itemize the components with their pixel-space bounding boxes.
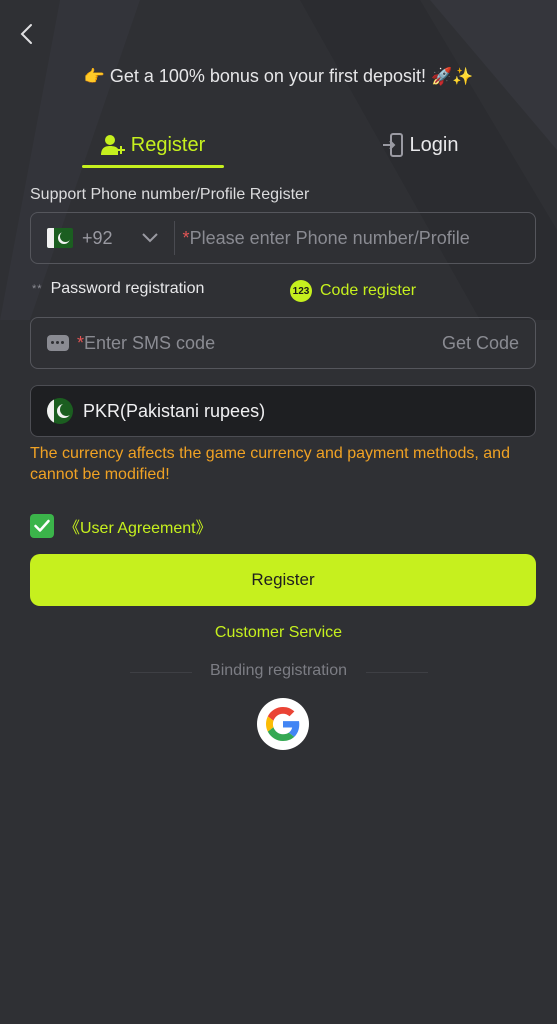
binding-registration: Binding registration: [0, 662, 557, 682]
phone-input[interactable]: *Please enter Phone number/Profile: [183, 228, 470, 249]
back-button[interactable]: [12, 20, 40, 48]
password-stars-icon: **: [32, 283, 43, 295]
code-register-label: Code register: [320, 282, 417, 299]
login-door-icon: [382, 133, 403, 157]
user-agreement-row: 《User Agreement》: [30, 514, 212, 538]
currency-field: PKR(Pakistani rupees): [30, 385, 536, 437]
user-add-icon: [100, 135, 125, 155]
required-mark: *: [77, 332, 85, 353]
user-agreement-link[interactable]: 《User Agreement》: [64, 514, 212, 538]
tab-register[interactable]: Register: [82, 118, 224, 172]
chevron-left-icon: [20, 24, 32, 44]
country-code-selector[interactable]: +92: [47, 228, 158, 249]
code-register-option[interactable]: 123 Code register: [290, 280, 416, 302]
register-button[interactable]: Register: [30, 554, 536, 606]
required-mark: *: [182, 227, 190, 248]
country-code: +92: [82, 227, 113, 248]
pakistan-flag-icon: [47, 398, 73, 424]
binding-label: Binding registration: [210, 662, 347, 679]
currency-warning: The currency affects the game currency a…: [30, 445, 510, 483]
tab-login-label: Login: [409, 133, 459, 156]
google-login-button[interactable]: [257, 698, 309, 750]
field-divider: [173, 221, 175, 255]
tab-register-label: Register: [130, 133, 206, 156]
register-methods: ** Password registration 123 Code regist…: [30, 280, 536, 304]
tab-login[interactable]: Login: [360, 118, 480, 172]
currency-label: PKR(Pakistani rupees): [83, 400, 266, 421]
pointing-hand-icon: 👉: [83, 67, 105, 87]
agreement-checkbox[interactable]: [30, 514, 54, 538]
auth-tabs: Register Login: [0, 118, 557, 172]
promo-text: Get a 100% bonus on your first deposit!: [109, 66, 426, 86]
chevron-down-icon: [141, 233, 158, 243]
checkmark-icon: [34, 519, 50, 532]
google-icon: [266, 707, 300, 741]
password-registration-label: Password registration: [50, 280, 205, 297]
get-code-button[interactable]: Get Code: [442, 333, 519, 354]
section-label: Support Phone number/Profile Register: [30, 186, 310, 203]
password-registration-option[interactable]: ** Password registration: [32, 280, 204, 298]
sms-code-input[interactable]: *Enter SMS code: [77, 333, 215, 354]
code-123-icon: 123: [290, 280, 312, 302]
pakistan-flag-icon: [47, 228, 73, 248]
active-tab-indicator: [82, 165, 224, 168]
sms-placeholder: Enter SMS code: [84, 332, 216, 353]
rocket-sparkles-icon: 🚀✨: [431, 67, 474, 87]
customer-service-link[interactable]: Customer Service: [0, 624, 557, 642]
message-icon: [47, 335, 69, 351]
sms-code-field: *Enter SMS code Get Code: [30, 317, 536, 369]
phone-field: +92 *Please enter Phone number/Profile: [30, 212, 536, 264]
promo-banner: 👉 Get a 100% bonus on your first deposit…: [0, 66, 557, 87]
phone-placeholder: Please enter Phone number/Profile: [189, 227, 470, 248]
